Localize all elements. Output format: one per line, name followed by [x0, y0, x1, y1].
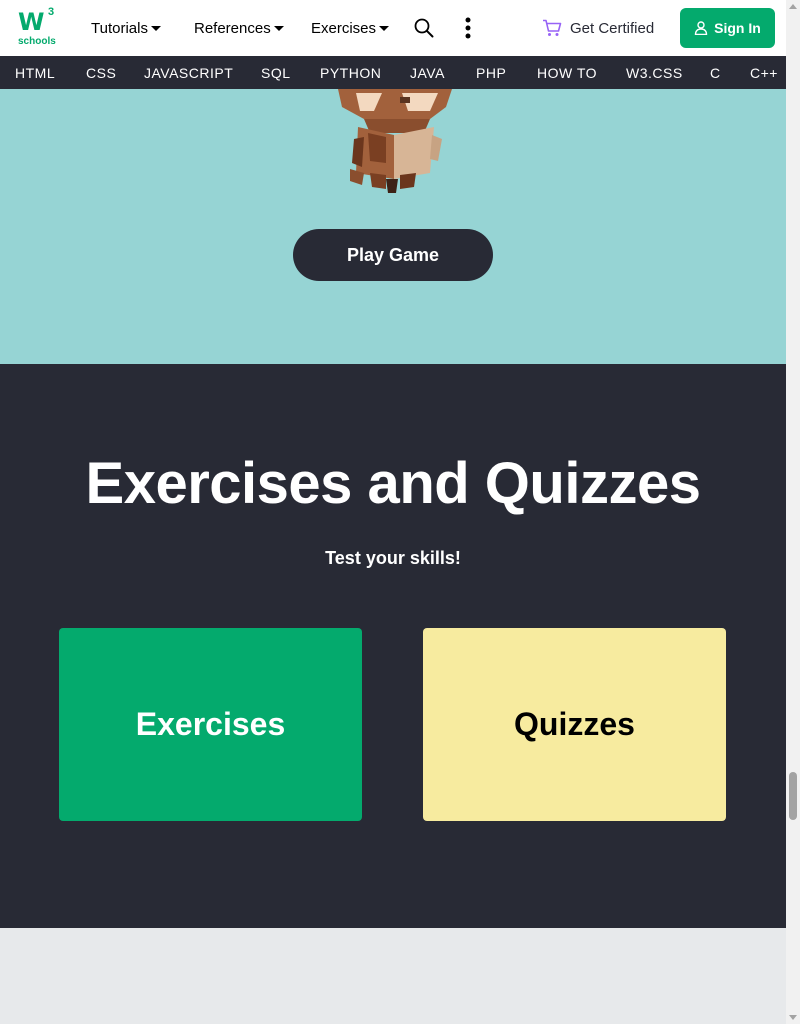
topic-subnav: HTML CSS JAVASCRIPT SQL PYTHON JAVA PHP …	[0, 56, 786, 89]
nav-tutorials-dropdown[interactable]: Tutorials	[91, 0, 161, 56]
subnav-item-c[interactable]: C	[710, 56, 721, 89]
subnav-item-how-to[interactable]: HOW TO	[537, 56, 597, 89]
subnav-item-cpp[interactable]: C++	[750, 56, 778, 89]
exercises-quizzes-section: Exercises and Quizzes Test your skills! …	[0, 364, 786, 928]
more-vertical-icon[interactable]	[458, 16, 478, 40]
user-icon	[694, 21, 708, 35]
nav-references-dropdown[interactable]: References	[194, 0, 284, 56]
caret-down-icon	[379, 25, 390, 31]
subnav-item-html[interactable]: HTML	[15, 56, 55, 89]
nav-tutorials-label: Tutorials	[91, 19, 148, 37]
sign-in-label: Sign In	[714, 20, 761, 36]
game-character-illustration	[338, 89, 452, 193]
nav-exercises-label: Exercises	[311, 19, 377, 37]
cart-icon[interactable]	[542, 19, 562, 37]
section-title: Exercises and Quizzes	[85, 451, 701, 516]
scroll-up-arrow-icon[interactable]	[789, 4, 797, 9]
page: W 3 schools Tutorials References Exercis…	[0, 0, 800, 1024]
logo-superscript: 3	[48, 6, 55, 18]
logo-text: schools	[18, 36, 56, 47]
scrollbar-thumb[interactable]	[789, 772, 797, 820]
w3schools-logo[interactable]: W 3 schools	[16, 6, 60, 48]
game-section: Play Game	[0, 89, 786, 364]
section-subtitle: Test your skills!	[325, 548, 461, 568]
page-scrollbar[interactable]	[786, 0, 800, 1024]
subnav-item-python[interactable]: PYTHON	[320, 56, 381, 89]
nav-references-label: References	[194, 19, 271, 37]
scroll-down-arrow-icon[interactable]	[789, 1015, 797, 1020]
play-game-button[interactable]: Play Game	[293, 229, 493, 281]
subnav-item-sql[interactable]: SQL	[261, 56, 291, 89]
quizzes-card[interactable]: Quizzes	[423, 628, 726, 821]
next-section	[0, 928, 786, 1024]
subnav-item-javascript[interactable]: JAVASCRIPT	[144, 56, 233, 89]
caret-down-icon	[150, 25, 161, 31]
top-navbar: W 3 schools Tutorials References Exercis…	[0, 0, 786, 56]
logo-mark: W	[18, 8, 45, 36]
sign-in-button[interactable]: Sign In	[680, 8, 775, 48]
get-certified-link[interactable]: Get Certified	[570, 0, 654, 56]
caret-down-icon	[273, 25, 284, 31]
nav-exercises-dropdown[interactable]: Exercises	[311, 0, 390, 56]
subnav-item-php[interactable]: PHP	[476, 56, 506, 89]
subnav-item-w3css[interactable]: W3.CSS	[626, 56, 683, 89]
search-icon[interactable]	[414, 18, 434, 38]
subnav-item-java[interactable]: JAVA	[410, 56, 445, 89]
exercises-card[interactable]: Exercises	[59, 628, 362, 821]
subnav-item-css[interactable]: CSS	[86, 56, 116, 89]
